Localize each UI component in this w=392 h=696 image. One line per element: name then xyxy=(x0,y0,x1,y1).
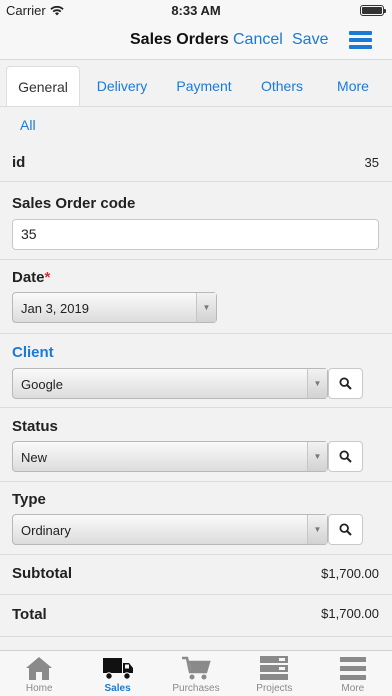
type-search-button[interactable] xyxy=(328,514,363,545)
client-label-link[interactable]: Client xyxy=(12,344,54,361)
status-select[interactable]: New ▼ xyxy=(12,441,328,472)
client-value: Google xyxy=(21,377,63,392)
type-label: Type xyxy=(12,491,46,508)
date-row: Date* Jan 3, 2019 ▼ xyxy=(0,260,392,334)
form-tabs: General Delivery Payment Others More xyxy=(6,66,386,106)
tab-delivery[interactable]: Delivery xyxy=(80,66,164,106)
tabbar-label-projects: Projects xyxy=(256,683,293,694)
id-value: 35 xyxy=(364,155,379,170)
tab-general[interactable]: General xyxy=(6,66,80,106)
menu-icon xyxy=(339,657,366,680)
tabs-divider xyxy=(0,106,392,107)
status-search-button[interactable] xyxy=(328,441,363,472)
total-value: $1,700.00 xyxy=(321,606,379,621)
status-time: 8:33 AM xyxy=(171,3,221,18)
battery-icon xyxy=(360,5,386,16)
home-icon xyxy=(26,657,53,680)
status-label: Status xyxy=(12,418,58,435)
total-label: Total xyxy=(12,606,47,623)
tabbar-item-purchases[interactable]: Purchases xyxy=(157,651,235,696)
id-label: id xyxy=(12,154,26,171)
status-value: New xyxy=(21,450,48,465)
tab-more[interactable]: More xyxy=(320,66,386,106)
cancel-button[interactable]: Cancel xyxy=(233,31,283,49)
search-icon xyxy=(339,377,352,390)
tab-all[interactable]: All xyxy=(20,117,36,133)
subtotal-label: Subtotal xyxy=(12,565,72,582)
total-row: Total $1,700.00 xyxy=(0,595,392,637)
date-label-text: Date xyxy=(12,269,45,286)
status-row: Status New ▼ xyxy=(0,408,392,482)
date-select[interactable]: Jan 3, 2019 ▼ xyxy=(12,292,217,323)
type-value: Ordinary xyxy=(21,523,71,538)
cart-icon xyxy=(181,656,211,680)
page-title: Sales Orders xyxy=(130,31,229,48)
sales-order-code-row: Sales Order code 35 xyxy=(0,182,392,260)
date-label: Date* xyxy=(12,269,50,286)
tabbar-label-home: Home xyxy=(25,683,53,694)
dropdown-arrow-icon: ▼ xyxy=(307,369,327,398)
bottom-tab-bar: Home Sales Purchases Projects More xyxy=(0,650,392,696)
subtotal-row: Subtotal $1,700.00 xyxy=(0,555,392,595)
tab-payment[interactable]: Payment xyxy=(164,66,244,106)
search-icon xyxy=(339,450,352,463)
tabbar-label-more: More xyxy=(341,683,365,694)
tab-others[interactable]: Others xyxy=(244,66,320,106)
dropdown-arrow-icon: ▼ xyxy=(307,442,327,471)
tabbar-item-sales[interactable]: Sales xyxy=(78,651,156,696)
date-value: Jan 3, 2019 xyxy=(21,301,89,316)
truck-icon xyxy=(102,658,133,680)
dropdown-arrow-icon: ▼ xyxy=(307,515,327,544)
tabbar-label-sales: Sales xyxy=(104,683,131,694)
status-bar: Carrier 8:33 AM xyxy=(0,0,392,20)
search-icon xyxy=(339,523,352,536)
type-select[interactable]: Ordinary ▼ xyxy=(12,514,328,545)
client-search-button[interactable] xyxy=(328,368,363,399)
type-row: Type Ordinary ▼ xyxy=(0,482,392,555)
dropdown-arrow-icon: ▼ xyxy=(196,293,216,322)
hamburger-icon[interactable] xyxy=(349,31,372,49)
client-select[interactable]: Google ▼ xyxy=(12,368,328,399)
tabbar-item-home[interactable]: Home xyxy=(0,651,78,696)
tabbar-item-projects[interactable]: Projects xyxy=(235,651,313,696)
client-row: Client Google ▼ xyxy=(0,334,392,408)
id-row: id 35 xyxy=(0,143,392,182)
sales-order-code-input[interactable]: 35 xyxy=(12,219,379,250)
required-mark: * xyxy=(44,269,51,286)
tabbar-item-more[interactable]: More xyxy=(314,651,392,696)
sales-order-code-label: Sales Order code xyxy=(12,195,136,212)
tabbar-label-purchases: Purchases xyxy=(172,683,220,694)
subtotal-value: $1,700.00 xyxy=(321,566,379,581)
projects-icon xyxy=(260,656,289,680)
navigation-bar: Sales Orders Cancel Save xyxy=(0,20,392,60)
save-button[interactable]: Save xyxy=(292,31,328,49)
